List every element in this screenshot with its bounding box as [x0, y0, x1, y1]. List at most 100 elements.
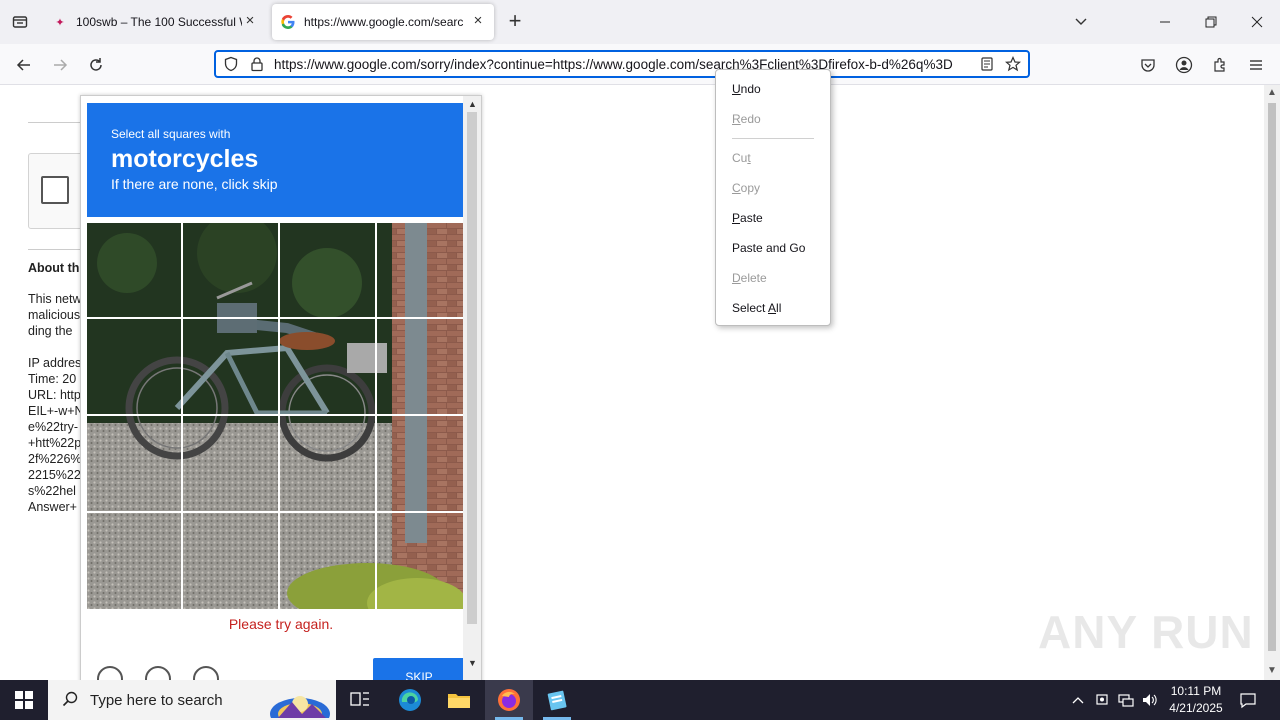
divider [28, 122, 88, 123]
recaptcha-challenge: Select all squares with motorcycles If t… [80, 95, 482, 680]
info-line: e%22try- [28, 420, 79, 434]
list-all-tabs-icon[interactable] [1058, 0, 1104, 44]
menu-separator [732, 138, 814, 139]
audio-challenge-icon[interactable] [145, 666, 171, 680]
volume-icon[interactable] [1140, 680, 1160, 720]
network-share-icon[interactable] [1092, 680, 1112, 720]
info-line: +htt%22p [28, 436, 82, 450]
about-line: ding the [28, 324, 73, 338]
taskbar-clock[interactable]: 10:11 PM 4/21/2025 [1160, 683, 1232, 717]
info-line: Answer+ [28, 500, 77, 514]
challenge-header: Select all squares with motorcycles If t… [87, 103, 463, 217]
info-line: IP addres [28, 356, 82, 370]
info-line: Time: 20 [28, 372, 77, 386]
info-line: URL: http [28, 388, 81, 402]
challenge-footer: SKIP [81, 656, 465, 680]
navigation-toolbar: https://www.google.com/sorry/index?conti… [0, 44, 1280, 85]
search-highlight-icon [268, 684, 332, 721]
menu-item-copy[interactable]: Copy [716, 173, 830, 203]
search-icon [62, 691, 78, 710]
challenge-image [87, 223, 463, 609]
about-line: malicious [28, 308, 81, 322]
menu-item-paste[interactable]: Paste [716, 203, 830, 233]
menu-item-select-all[interactable]: Select All [716, 293, 830, 323]
tab-100swb[interactable]: ✦ 100swb – The 100 Successful W × [44, 4, 266, 40]
challenge-scrollbar-thumb[interactable] [467, 112, 477, 624]
scroll-up-icon[interactable]: ▲ [1267, 87, 1277, 98]
info-line: 2215%22 [28, 468, 81, 482]
google-icon [280, 14, 296, 30]
clock-time: 10:11 PM [1170, 684, 1222, 698]
taskbar-search-box[interactable]: Type here to search [48, 680, 336, 721]
page-scrollbar-thumb[interactable] [1268, 103, 1276, 651]
menu-item-redo[interactable]: Redo [716, 104, 830, 134]
minimize-icon[interactable] [1142, 0, 1188, 44]
anyrun-watermark: ANY RUN [1038, 606, 1254, 658]
tracking-protection-shield-icon[interactable] [220, 53, 242, 75]
tab-title: 100swb – The 100 Successful W [76, 15, 242, 29]
page-content: About th This netw malicious ding the IP… [0, 85, 1264, 680]
tab-bar: ✦ 100swb – The 100 Successful W × https:… [0, 0, 1280, 44]
about-line: This netw [28, 292, 82, 306]
url-text[interactable]: https://www.google.com/sorry/index?conti… [274, 57, 972, 72]
tab-title: https://www.google.com/searc [304, 15, 464, 29]
skip-button[interactable]: SKIP [373, 658, 465, 680]
challenge-image-grid[interactable] [87, 223, 463, 609]
menu-item-undo[interactable]: Undo [716, 74, 830, 104]
info-line: 2f%226% [28, 452, 82, 466]
info-line: s%22hel [28, 484, 76, 498]
menu-item-cut[interactable]: Cut [716, 143, 830, 173]
reader-view-icon[interactable] [976, 53, 998, 75]
back-icon[interactable] [11, 52, 37, 78]
extensions-icon[interactable] [1207, 52, 1233, 78]
file-explorer-icon[interactable] [435, 680, 483, 720]
page-scrollbar[interactable]: ▲ ▼ [1264, 85, 1280, 680]
scroll-up-icon[interactable]: ▲ [468, 99, 477, 109]
context-menu: Undo Redo Cut Copy Paste Paste and Go De… [715, 69, 831, 326]
notepad-icon[interactable] [533, 680, 581, 720]
divider [28, 249, 88, 250]
close-window-icon[interactable] [1234, 0, 1280, 44]
url-bar[interactable]: https://www.google.com/sorry/index?conti… [214, 50, 1030, 78]
menu-item-delete[interactable]: Delete [716, 263, 830, 293]
challenge-error-message: Please try again. [228, 616, 334, 632]
recaptcha-checkbox[interactable] [41, 176, 69, 204]
reload-icon[interactable] [83, 52, 109, 78]
windows-logo-icon [15, 691, 33, 709]
forward-icon[interactable] [47, 52, 73, 78]
bookmark-star-icon[interactable] [1002, 53, 1024, 75]
windows-taskbar: Type here to search 10:11 PM 4/21/2025 [0, 680, 1280, 721]
network-icon[interactable] [1116, 680, 1136, 720]
scroll-down-icon[interactable]: ▼ [468, 658, 477, 668]
lock-icon[interactable] [246, 53, 268, 75]
task-view-icon[interactable] [336, 680, 384, 720]
app-menu-icon[interactable] [1243, 52, 1269, 78]
close-tab-icon[interactable]: × [242, 13, 258, 30]
info-line: EIL+-w+N [28, 404, 84, 418]
challenge-hint: If there are none, click skip [111, 176, 278, 192]
notifications-icon[interactable] [1236, 680, 1260, 720]
restore-icon[interactable] [1188, 0, 1234, 44]
show-hidden-icons-icon[interactable] [1068, 680, 1088, 720]
clock-date: 4/21/2025 [1169, 701, 1223, 715]
new-tab-icon[interactable]: + [503, 10, 527, 34]
edge-icon[interactable] [386, 680, 434, 720]
challenge-instruction: Select all squares with [111, 127, 231, 141]
challenge-target: motorcycles [111, 145, 259, 173]
tab-google[interactable]: https://www.google.com/searc × [272, 4, 494, 40]
account-icon[interactable] [1171, 52, 1197, 78]
firefox-view-icon[interactable] [8, 10, 32, 34]
firefox-taskbar-icon[interactable] [485, 680, 533, 720]
close-tab-icon[interactable]: × [470, 13, 486, 30]
reload-challenge-icon[interactable] [97, 666, 123, 680]
scroll-down-icon[interactable]: ▼ [1267, 665, 1277, 676]
challenge-scrollbar[interactable]: ▲ ▼ [463, 96, 481, 680]
menu-item-paste-and-go[interactable]: Paste and Go [716, 233, 830, 263]
info-icon[interactable] [193, 666, 219, 680]
start-button[interactable] [0, 680, 48, 720]
recaptcha-checkbox-card [28, 153, 88, 229]
about-heading: About th [28, 261, 80, 275]
pocket-icon[interactable] [1135, 52, 1161, 78]
search-placeholder: Type here to search [90, 691, 223, 709]
100swb-icon: ✦ [55, 16, 65, 29]
